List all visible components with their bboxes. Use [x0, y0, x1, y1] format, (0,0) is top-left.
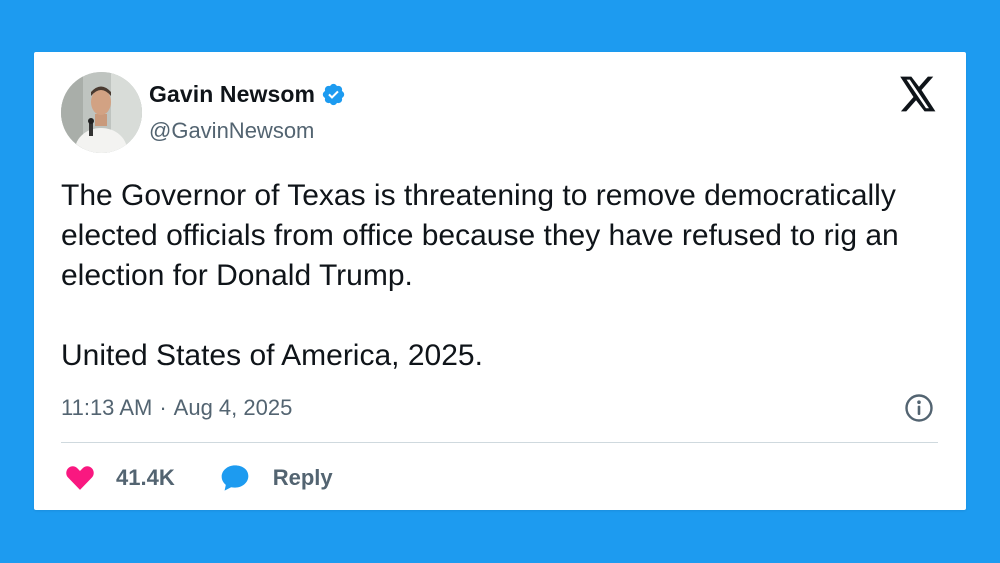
avatar[interactable]: [61, 72, 142, 153]
heart-icon: [64, 462, 96, 494]
info-icon[interactable]: [904, 393, 934, 423]
tweet-paragraph: The Governor of Texas is threatening to …: [61, 179, 899, 292]
tweet-timestamp[interactable]: 11:13 AM · Aug 4, 2025: [61, 395, 292, 421]
profile-photo: [61, 72, 142, 153]
speech-bubble-icon: [219, 462, 251, 494]
tweet-actions: 41.4K Reply: [64, 460, 333, 496]
verified-badge-icon: [321, 82, 346, 107]
like-count: 41.4K: [116, 465, 175, 490]
tweet-date: Aug 4, 2025: [173, 395, 293, 420]
meta-separator: ·: [159, 395, 167, 420]
tweet-card: Gavin Newsom @GavinNewsom The Governor o…: [34, 52, 966, 510]
like-button[interactable]: 41.4K: [64, 462, 175, 494]
divider: [61, 442, 938, 443]
reply-label: Reply: [272, 465, 333, 490]
author-handle[interactable]: @GavinNewsom: [149, 118, 314, 144]
tweet-time: 11:13 AM: [61, 395, 153, 420]
x-logo-icon[interactable]: [899, 76, 937, 112]
tweet-text: The Governor of Texas is threatening to …: [61, 176, 941, 376]
tweet-paragraph: United States of America, 2025.: [61, 339, 483, 372]
reply-button[interactable]: Reply: [219, 462, 333, 494]
author-display-name[interactable]: Gavin Newsom: [149, 81, 315, 108]
